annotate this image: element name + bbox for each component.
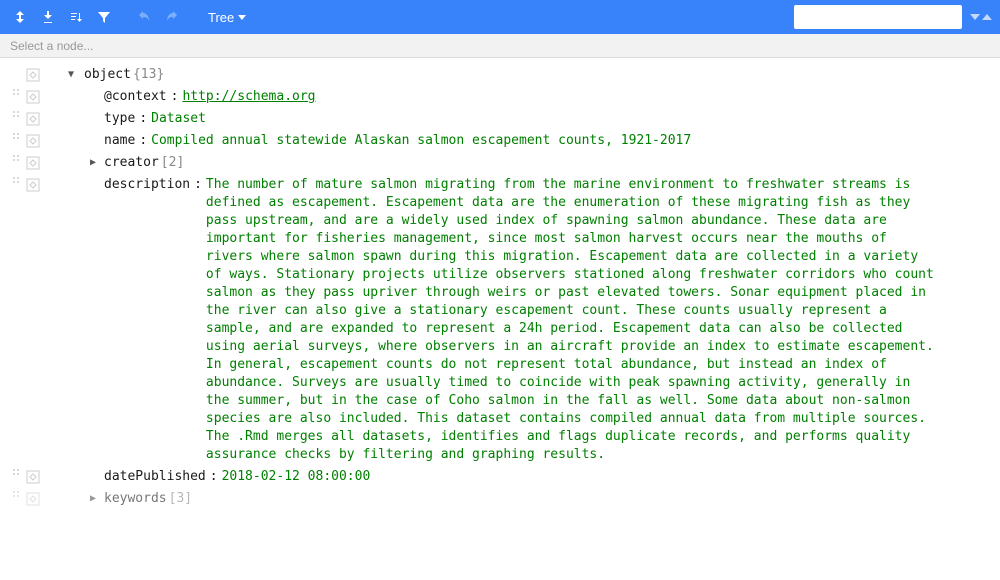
expand-all-button[interactable] <box>8 5 32 29</box>
property-key: datePublished <box>104 468 206 486</box>
filter-button[interactable] <box>92 5 116 29</box>
search-prev-button[interactable] <box>982 14 992 20</box>
undo-button[interactable] <box>132 5 156 29</box>
expand-toggle[interactable] <box>86 154 100 172</box>
property-value: Dataset <box>151 110 206 128</box>
context-menu-button[interactable] <box>26 90 40 104</box>
property-value: The number of mature salmon migrating fr… <box>206 176 936 464</box>
drag-handle[interactable] <box>10 468 24 478</box>
context-menu-button[interactable] <box>26 134 40 148</box>
node-count: [3] <box>169 490 192 508</box>
search-nav <box>970 14 992 20</box>
drag-handle[interactable] <box>10 490 24 500</box>
search-input[interactable] <box>804 10 959 24</box>
redo-button[interactable] <box>160 5 184 29</box>
separator: : <box>139 110 147 128</box>
expand-toggle[interactable] <box>86 490 100 508</box>
context-menu-button[interactable] <box>26 112 40 126</box>
property-value: 2018-02-12 08:00:00 <box>222 468 371 486</box>
sort-button[interactable] <box>64 5 88 29</box>
tree-row[interactable]: name : Compiled annual statewide Alaskan… <box>0 130 1000 152</box>
expand-toggle[interactable] <box>64 66 78 84</box>
separator: : <box>194 176 202 194</box>
property-key: @context <box>104 88 167 106</box>
toolbar: Tree <box>0 0 1000 34</box>
collapse-all-button[interactable] <box>36 5 60 29</box>
context-menu-button[interactable] <box>26 68 40 82</box>
property-value-url[interactable]: http://schema.org <box>182 88 315 106</box>
drag-handle[interactable] <box>10 110 24 120</box>
drag-handle[interactable] <box>10 176 24 186</box>
breadcrumb-placeholder: Select a node... <box>10 39 93 53</box>
tree-row[interactable]: datePublished : 2018-02-12 08:00:00 <box>0 466 1000 488</box>
context-menu-button[interactable] <box>26 178 40 192</box>
separator: : <box>210 468 218 486</box>
drag-handle[interactable] <box>10 154 24 164</box>
context-menu-button[interactable] <box>26 492 40 506</box>
context-menu-button[interactable] <box>26 156 40 170</box>
separator: : <box>171 88 179 106</box>
context-menu-button[interactable] <box>26 470 40 484</box>
property-value: Compiled annual statewide Alaskan salmon… <box>151 132 691 150</box>
node-count: [2] <box>161 154 184 172</box>
breadcrumb[interactable]: Select a node... <box>0 34 1000 58</box>
property-key: creator <box>104 154 159 172</box>
property-key: type <box>104 110 135 128</box>
tree-row-root[interactable]: object {13} <box>0 64 1000 86</box>
node-count: {13} <box>133 66 164 84</box>
node-type-label: object <box>84 66 131 84</box>
caret-down-icon <box>238 15 246 20</box>
property-key: description <box>104 176 190 194</box>
search-box[interactable] <box>794 5 962 29</box>
tree-view[interactable]: object {13} @context : http://schema.org… <box>0 58 1000 580</box>
tree-row[interactable]: creator [2] <box>0 152 1000 174</box>
tree-row[interactable]: type : Dataset <box>0 108 1000 130</box>
tree-row[interactable]: description : The number of mature salmo… <box>0 174 1000 466</box>
view-mode-label: Tree <box>208 10 234 25</box>
drag-handle[interactable] <box>10 88 24 98</box>
tree-row[interactable]: keywords [3] <box>0 488 1000 510</box>
property-key: name <box>104 132 135 150</box>
separator: : <box>139 132 147 150</box>
tree-row[interactable]: @context : http://schema.org <box>0 86 1000 108</box>
property-key: keywords <box>104 490 167 508</box>
drag-handle[interactable] <box>10 132 24 142</box>
view-mode-select[interactable]: Tree <box>200 10 254 25</box>
search-next-button[interactable] <box>970 14 980 20</box>
